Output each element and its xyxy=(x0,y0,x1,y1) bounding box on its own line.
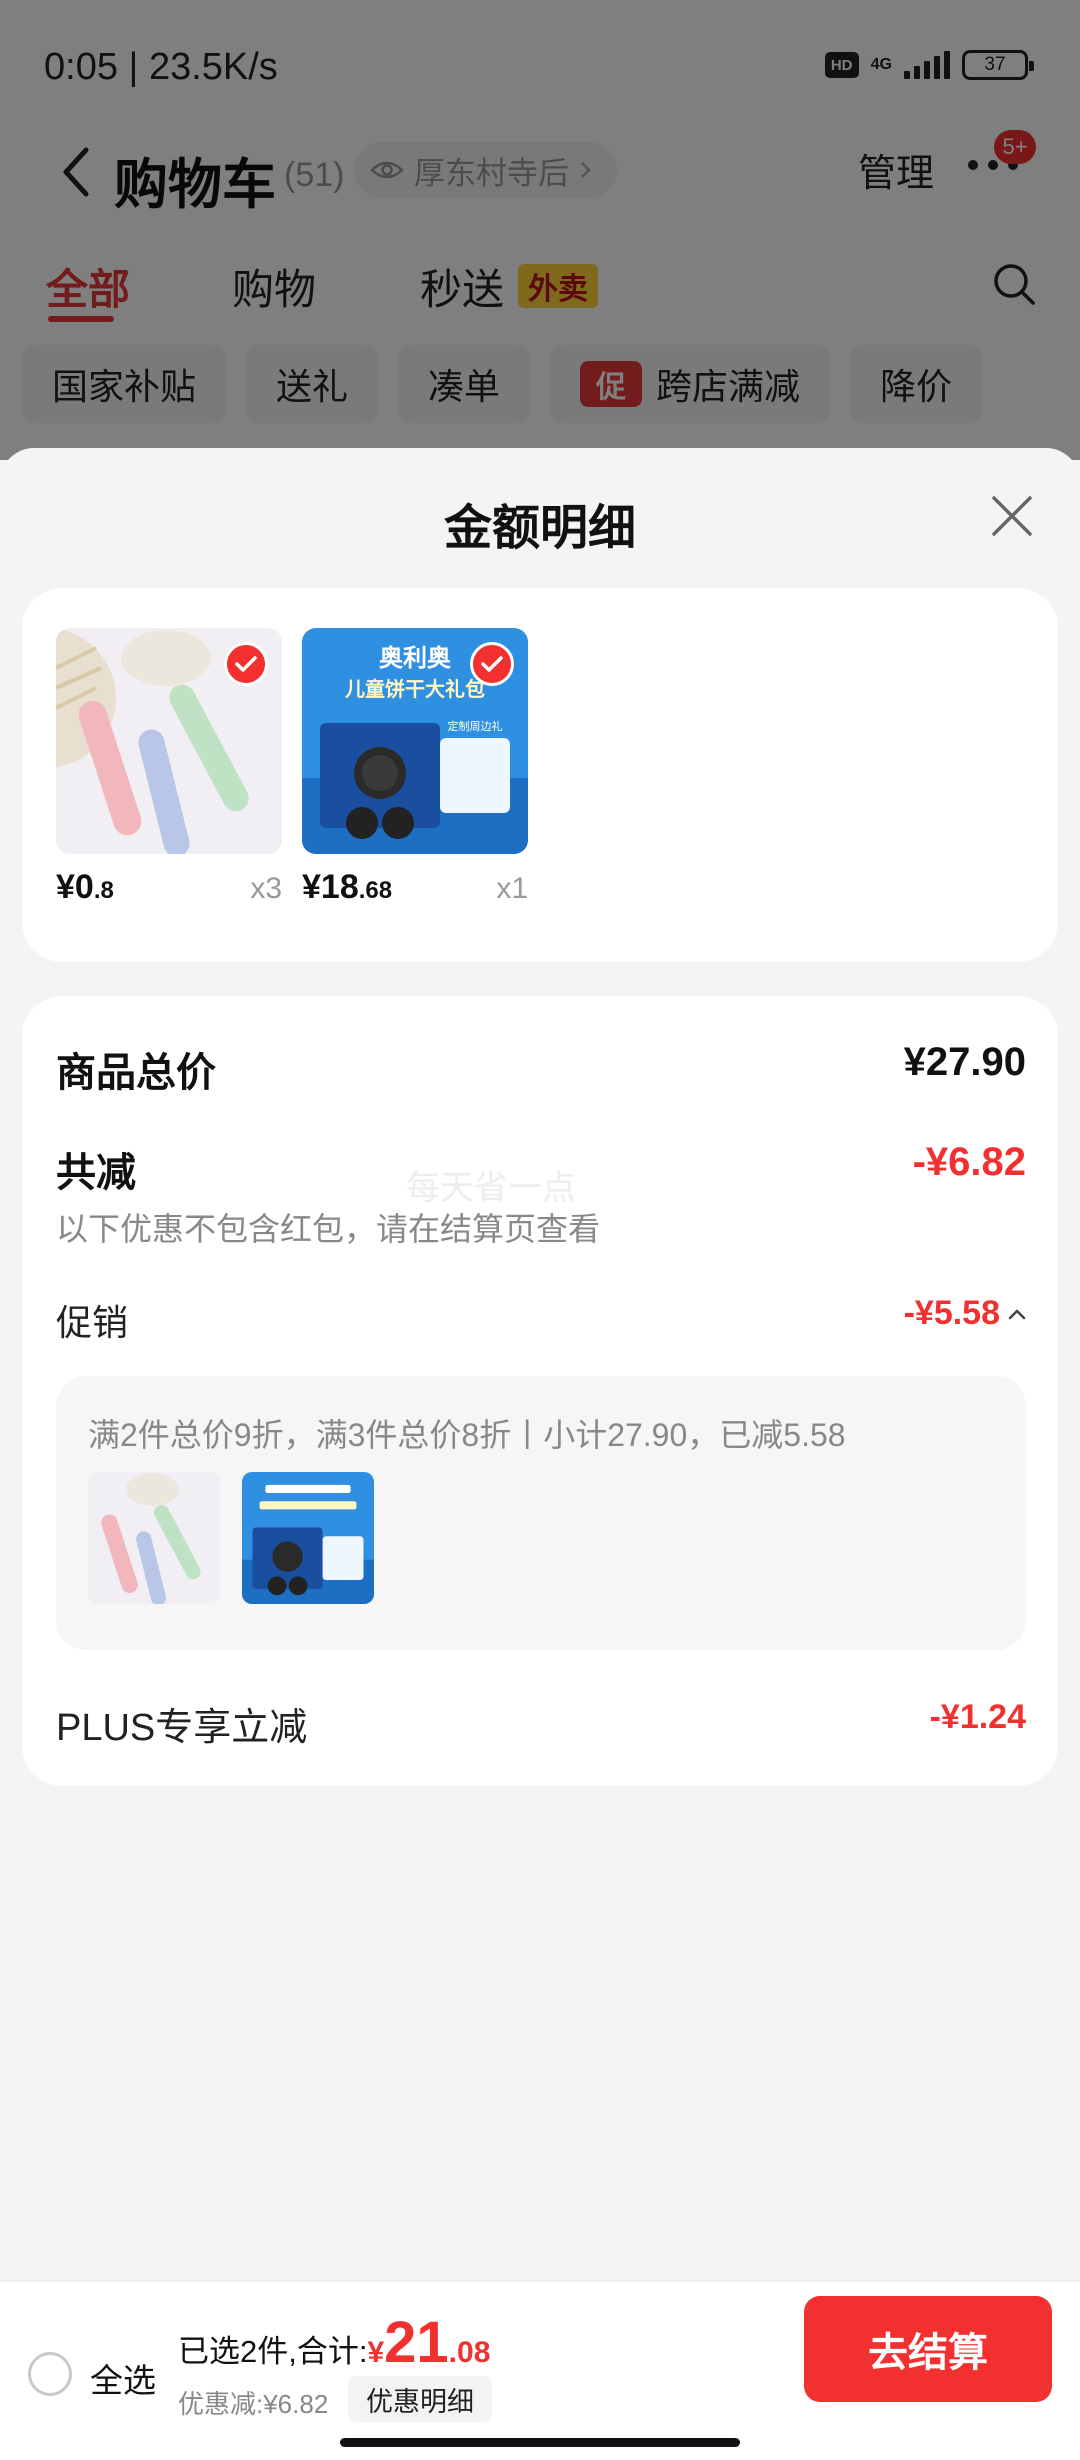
reduction-note: 以下优惠不包含红包，请在结算页查看 xyxy=(56,1211,601,1247)
total-reduction-value: -¥6.82 xyxy=(912,1140,1026,1184)
promotion-value: -¥5.58 xyxy=(903,1294,1000,1332)
price-decimal: .68 xyxy=(358,877,393,904)
select-all-label[interactable]: 全选 xyxy=(90,2354,156,2402)
price-integer: ¥18 xyxy=(302,868,359,906)
item-price: ¥18.68 xyxy=(302,868,392,907)
promo-product-thumb-brushes xyxy=(88,1472,220,1604)
box-headline-text: 儿童饼干大礼包 xyxy=(344,677,485,701)
product-image-oreo-gift-box: 奥利奥 儿童饼干大礼包 定制周边礼 xyxy=(302,628,528,854)
promotion-detail-box: 满2件总价9折，满3件总价8折丨小计27.90，已减5.58 xyxy=(56,1376,1026,1650)
selected-items-card: ¥0.8 x3 奥利奥 儿童饼干大礼包 定制周边礼 ¥18.68 x1 xyxy=(22,588,1058,962)
cart-item[interactable]: 奥利奥 儿童饼干大礼包 定制周边礼 ¥18.68 x1 xyxy=(302,628,528,906)
total-reduction-label: 共减 xyxy=(56,1151,136,1195)
price-integer: ¥0 xyxy=(56,868,94,906)
total-decimal: .08 xyxy=(448,2336,491,2369)
total-currency: ¥ xyxy=(367,2336,385,2369)
modal-backdrop[interactable] xyxy=(0,0,1080,460)
selected-count-text: 已选2件,合计: xyxy=(178,2334,368,2369)
promotion-description: 满2件总价9折，满3件总价8折丨小计27.90，已减5.58 xyxy=(88,1417,846,1453)
discount-summary: 优惠减:¥6.82 xyxy=(178,2389,329,2419)
chevron-up-icon xyxy=(1008,1309,1026,1319)
close-icon[interactable] xyxy=(988,492,1036,540)
subtotal-value: ¥27.90 xyxy=(903,1040,1026,1084)
plus-discount-label: PLUS专享立减 xyxy=(56,1707,308,1749)
checked-icon[interactable] xyxy=(470,642,514,686)
checked-icon[interactable] xyxy=(224,642,268,686)
amount-detail-sheet: 金额明细 ¥0.8 x3 奥利奥 儿童饼干大礼包 定制周边礼 ¥18.68 x1… xyxy=(0,448,1080,2280)
box-sub-text: 定制周边礼 xyxy=(448,719,503,733)
subtotal-label: 商品总价 xyxy=(56,1051,216,1095)
item-quantity: x1 xyxy=(496,872,528,905)
checkout-bar: 全选 已选2件,合计: ¥ 21 .08 优惠减:¥6.82 优惠明细 去结算 xyxy=(0,2280,1080,2460)
plus-discount-value: -¥1.24 xyxy=(929,1698,1026,1736)
box-brand-text: 奥利奥 xyxy=(379,644,452,672)
item-price: ¥0.8 xyxy=(56,868,114,907)
cart-item[interactable]: ¥0.8 x3 xyxy=(56,628,282,906)
watermark-text: 每天省一点 xyxy=(406,1169,576,1207)
product-image-brushes xyxy=(56,628,282,854)
discount-detail-button[interactable]: 优惠明细 xyxy=(348,2376,492,2422)
price-breakdown-card: 商品总价 ¥27.90 共减 每天省一点 -¥6.82 以下优惠不包含红包，请在… xyxy=(22,996,1058,1786)
promotion-toggle[interactable]: -¥5.58 xyxy=(904,1294,1028,1333)
promo-product-thumb-oreo xyxy=(242,1472,374,1604)
item-quantity: x3 xyxy=(250,872,282,905)
price-decimal: .8 xyxy=(93,877,114,904)
select-all-checkbox[interactable] xyxy=(28,2352,72,2396)
promotion-label: 促销 xyxy=(56,1302,129,1343)
selected-total: 已选2件,合计: ¥ 21 .08 xyxy=(178,2310,491,2375)
checkout-button[interactable]: 去结算 xyxy=(804,2296,1052,2402)
sheet-title: 金额明细 xyxy=(443,502,636,555)
home-indicator xyxy=(340,2438,740,2447)
total-integer: 21 xyxy=(384,2310,449,2375)
